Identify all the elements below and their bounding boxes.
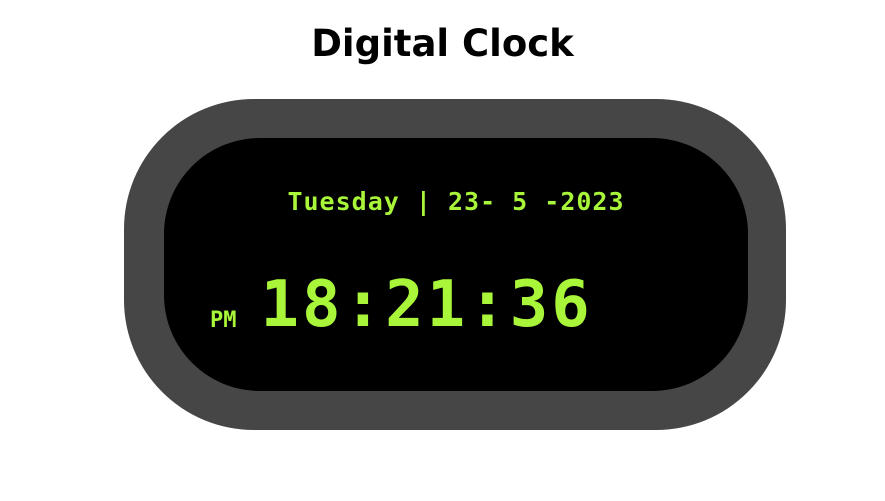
page-title: Digital Clock: [311, 22, 574, 65]
page: { "page": { "title": "Digital Clock" }, …: [0, 0, 885, 501]
time-row: PM 18:21:36: [210, 270, 593, 340]
period-indicator: PM: [210, 308, 237, 333]
clock-bezel: Tuesday | 23- 5 -2023 PM 18:21:36: [124, 99, 786, 430]
date-display: Tuesday | 23- 5 -2023: [287, 187, 625, 216]
time-display: 18:21:36: [260, 268, 593, 342]
clock-screen: Tuesday | 23- 5 -2023 PM 18:21:36: [164, 138, 748, 391]
